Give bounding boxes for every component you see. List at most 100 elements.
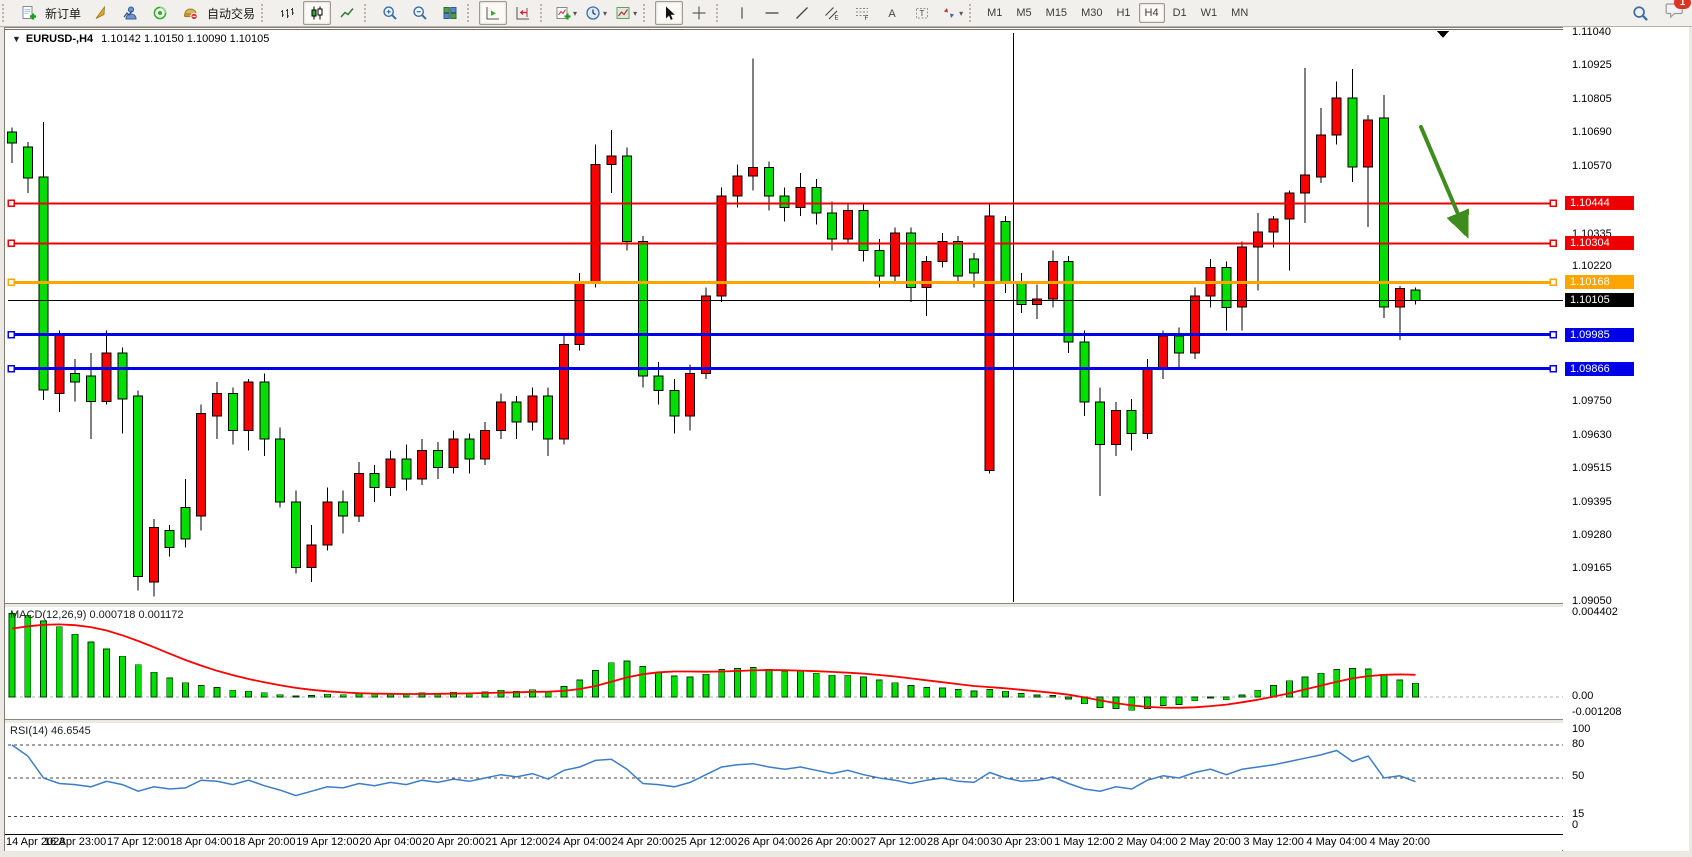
templates-button[interactable]: ▾	[612, 1, 640, 25]
toolbar-grip[interactable]	[969, 4, 978, 22]
candle[interactable]	[1111, 402, 1120, 456]
candle[interactable]	[575, 273, 584, 350]
chart-shift-button[interactable]	[509, 1, 537, 25]
timeframe-h1[interactable]: H1	[1110, 3, 1136, 23]
channel-tool-button[interactable]: E	[818, 1, 846, 25]
candle[interactable]	[165, 525, 174, 556]
candle[interactable]	[496, 393, 505, 439]
candle[interactable]	[8, 127, 17, 163]
timeframe-m15[interactable]: M15	[1040, 3, 1073, 23]
data-window-button[interactable]	[116, 1, 144, 25]
candle[interactable]	[291, 490, 300, 573]
candle[interactable]	[23, 142, 32, 193]
tile-windows-button[interactable]	[436, 1, 464, 25]
candle[interactable]	[465, 433, 474, 473]
candle[interactable]	[1379, 95, 1388, 318]
candle[interactable]	[323, 488, 332, 551]
new-order-label[interactable]: 新订单	[45, 5, 81, 22]
candle[interactable]	[1253, 213, 1262, 290]
candle[interactable]	[1064, 256, 1073, 353]
candle[interactable]	[1332, 82, 1341, 145]
candle[interactable]	[559, 336, 568, 445]
fibonacci-tool-button[interactable]: F	[848, 1, 876, 25]
toolbar-grip[interactable]	[540, 4, 549, 22]
scroll-marker-icon[interactable]	[1437, 31, 1449, 38]
toolbar-grip[interactable]	[2, 4, 11, 22]
horizontal-line-object[interactable]	[8, 279, 1556, 285]
candle[interactable]	[1159, 330, 1168, 379]
notifications-button[interactable]: 1	[1665, 2, 1684, 24]
toolbar-grip[interactable]	[716, 4, 725, 22]
candle[interactable]	[244, 379, 253, 450]
panel-separator[interactable]	[5, 719, 1688, 724]
candle[interactable]	[228, 388, 237, 445]
trend-arrow-annotation[interactable]	[1421, 127, 1464, 228]
candle[interactable]	[1364, 115, 1373, 227]
candle[interactable]	[1143, 359, 1152, 439]
signals-button[interactable]	[146, 1, 174, 25]
horizontal-line-object[interactable]	[8, 332, 1556, 338]
timeframe-m1[interactable]: M1	[981, 3, 1008, 23]
chart-menu-triangle-icon[interactable]: ▼	[12, 34, 21, 44]
panel-separator[interactable]	[5, 603, 1688, 608]
autotrading-button[interactable]	[176, 1, 204, 25]
line-chart-button[interactable]	[333, 1, 361, 25]
text-tool-button[interactable]: A	[878, 1, 906, 25]
candlestick-chart-button[interactable]	[303, 1, 331, 25]
candle[interactable]	[843, 205, 852, 245]
auto-scroll-button[interactable]	[479, 1, 507, 25]
candle[interactable]	[1127, 399, 1136, 450]
candle[interactable]	[181, 479, 190, 548]
candle[interactable]	[1222, 262, 1231, 331]
autotrading-label[interactable]: 自动交易	[207, 5, 255, 22]
text-label-tool-button[interactable]: T	[908, 1, 936, 25]
candle[interactable]	[780, 187, 789, 221]
candle[interactable]	[1348, 69, 1357, 182]
candle[interactable]	[134, 390, 143, 590]
timeframe-m30[interactable]: M30	[1075, 3, 1108, 23]
candle[interactable]	[1033, 285, 1042, 319]
candle[interactable]	[71, 359, 80, 402]
vertical-line-tool-button[interactable]	[728, 1, 756, 25]
timeframe-d1[interactable]: D1	[1167, 3, 1193, 23]
cursor-tool-button[interactable]	[655, 1, 683, 25]
candle[interactable]	[796, 173, 805, 216]
candle[interactable]	[276, 428, 285, 508]
candle[interactable]	[733, 165, 742, 208]
toolbar-grip[interactable]	[261, 4, 270, 22]
arrows-tool-button[interactable]: ▾	[938, 1, 966, 25]
toolbar-grip[interactable]	[643, 4, 652, 22]
candle[interactable]	[544, 388, 553, 457]
candle[interactable]	[354, 462, 363, 522]
candle[interactable]	[591, 145, 600, 288]
candle[interactable]	[402, 445, 411, 491]
candle[interactable]	[370, 465, 379, 502]
search-button[interactable]	[1626, 1, 1654, 25]
candle[interactable]	[197, 405, 206, 531]
candle[interactable]	[1017, 273, 1026, 313]
horizontal-line-tool-button[interactable]	[758, 1, 786, 25]
candle[interactable]	[528, 388, 537, 431]
horizontal-line-object[interactable]	[8, 240, 1556, 246]
candle[interactable]	[481, 422, 490, 465]
candle[interactable]	[307, 525, 316, 582]
candle[interactable]	[386, 450, 395, 496]
candle[interactable]	[39, 122, 48, 400]
timeframe-h4[interactable]: H4	[1139, 3, 1165, 23]
zoom-in-button[interactable]	[376, 1, 404, 25]
time-axis[interactable]: 14 Apr 202316 Apr 23:0017 Apr 12:0018 Ap…	[5, 835, 1562, 851]
candle[interactable]	[812, 179, 821, 225]
bar-chart-button[interactable]	[273, 1, 301, 25]
candle[interactable]	[1411, 287, 1420, 304]
candle[interactable]	[891, 227, 900, 281]
toolbar-grip[interactable]	[467, 4, 476, 22]
candle[interactable]	[985, 205, 994, 474]
candle[interactable]	[118, 348, 127, 434]
candle[interactable]	[1048, 250, 1057, 307]
price-axis[interactable]: 1.110401.109251.108051.106901.105701.103…	[1563, 27, 1689, 851]
candle[interactable]	[55, 330, 64, 412]
candle[interactable]	[938, 233, 947, 267]
candle[interactable]	[339, 490, 348, 533]
timeframe-m5[interactable]: M5	[1010, 3, 1037, 23]
price-chart-canvas[interactable]	[0, 0, 1692, 857]
